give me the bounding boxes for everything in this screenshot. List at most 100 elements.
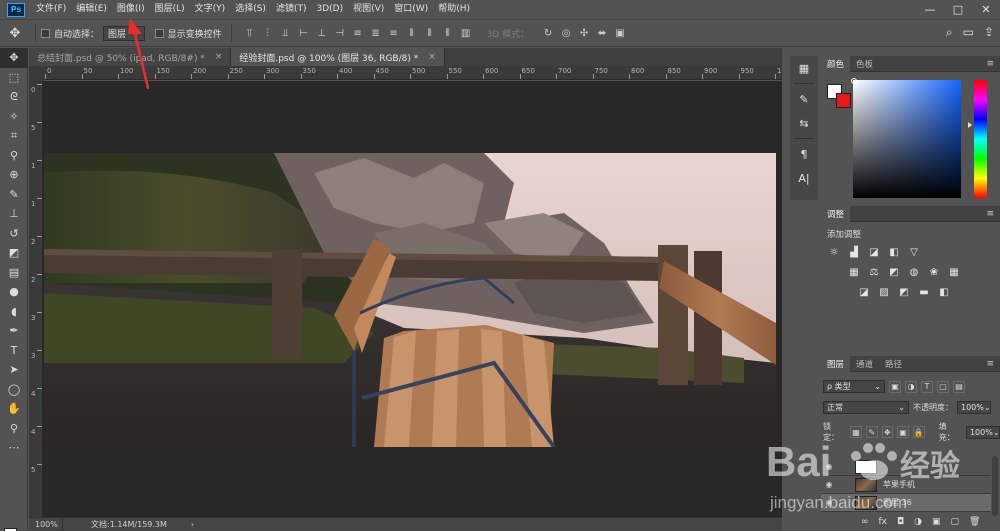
maximize-button[interactable]: □: [944, 0, 972, 19]
opacity-field[interactable]: 100% ⌄: [957, 401, 991, 414]
levels-icon[interactable]: ▟: [847, 246, 861, 258]
status-menu-arrow[interactable]: ›: [191, 520, 194, 529]
invert-icon[interactable]: ◪: [857, 286, 871, 298]
curves-icon[interactable]: ◪: [867, 246, 881, 258]
photo-filter-icon[interactable]: ◍: [907, 266, 921, 278]
gradient-map-icon[interactable]: ▬: [917, 286, 931, 298]
menu-edit[interactable]: 编辑(E): [71, 0, 112, 19]
hue-slider[interactable]: [974, 80, 987, 198]
color-balance-icon[interactable]: ⚖: [867, 266, 881, 278]
distribute-top-icon[interactable]: ≡: [351, 26, 365, 40]
tab-paths[interactable]: 路径: [879, 356, 908, 372]
close-button[interactable]: ✕: [972, 0, 1000, 19]
dodge-tool-icon[interactable]: ◖: [0, 302, 28, 322]
black-white-icon[interactable]: ◩: [887, 266, 901, 278]
adjustment-filter-icon[interactable]: ◑: [905, 380, 917, 393]
align-right-icon[interactable]: ⊣: [333, 26, 347, 40]
eraser-tool-icon[interactable]: ◩: [0, 243, 28, 263]
color-panel-swatches[interactable]: [827, 84, 853, 110]
history-panel-icon[interactable]: ▦: [790, 56, 818, 80]
align-top-icon[interactable]: ⫪: [243, 26, 257, 40]
tab-color[interactable]: 颜色: [821, 55, 851, 72]
gradient-tool-icon[interactable]: ▤: [0, 263, 28, 283]
blend-mode-dropdown[interactable]: 正常 ⌄: [823, 401, 909, 414]
auto-select-checkbox[interactable]: [41, 28, 50, 38]
3d-slide-icon[interactable]: ⬌: [595, 26, 609, 40]
magic-wand-tool-icon[interactable]: ✧: [0, 107, 28, 127]
threshold-icon[interactable]: ◩: [897, 286, 911, 298]
history-brush-tool-icon[interactable]: ↺: [0, 224, 28, 244]
channel-mixer-icon[interactable]: ❀: [927, 266, 941, 278]
eyedropper-tool-icon[interactable]: ⚲: [0, 146, 28, 166]
menu-window[interactable]: 窗口(W): [389, 0, 433, 19]
color-picker-field[interactable]: [853, 80, 961, 198]
type-filter-icon[interactable]: T: [921, 380, 933, 393]
clone-stamp-tool-icon[interactable]: ⊥: [0, 204, 28, 224]
tab-swatches[interactable]: 色板: [850, 56, 879, 72]
more-tools-icon[interactable]: ⋯: [0, 438, 28, 458]
3d-rotate-icon[interactable]: ↻: [541, 26, 555, 40]
tab-adjustments[interactable]: 调整: [821, 205, 851, 222]
healing-brush-tool-icon[interactable]: ⊕: [0, 165, 28, 185]
pixel-filter-icon[interactable]: ▣: [889, 380, 901, 393]
vertical-ruler[interactable]: 0 5 1 1 2 2 3 3 4 4 5: [29, 80, 43, 517]
color-lookup-icon[interactable]: ▦: [947, 266, 961, 278]
lasso-tool-icon[interactable]: ᘓ: [0, 87, 28, 107]
hand-tool-icon[interactable]: ✋: [0, 399, 28, 419]
close-icon[interactable]: ×: [215, 52, 223, 62]
brightness-icon[interactable]: ☼: [827, 246, 841, 258]
tab-layers[interactable]: 图层: [821, 355, 851, 372]
crop-tool-icon[interactable]: ⌗: [0, 126, 28, 146]
3d-drag-icon[interactable]: ✣: [577, 26, 591, 40]
move-tool-icon[interactable]: ✥: [0, 22, 30, 44]
3d-scale-icon[interactable]: ▣: [613, 26, 627, 40]
shape-filter-icon[interactable]: ▢: [937, 380, 949, 393]
align-left-icon[interactable]: ⊢: [297, 26, 311, 40]
menu-file[interactable]: 文件(F): [31, 0, 71, 19]
move-tool-icon[interactable]: ✥: [0, 48, 28, 68]
close-icon[interactable]: ×: [428, 52, 436, 62]
hue-saturation-icon[interactable]: ▦: [847, 266, 861, 278]
zoom-level[interactable]: 100%: [29, 517, 63, 531]
align-bottom-icon[interactable]: ⫫: [279, 26, 293, 40]
align-vcenter-icon[interactable]: ⫶: [261, 26, 275, 40]
background-color[interactable]: [836, 93, 851, 108]
selective-color-icon[interactable]: ◧: [937, 286, 951, 298]
posterize-icon[interactable]: ▨: [877, 286, 891, 298]
menu-view[interactable]: 视图(V): [348, 0, 389, 19]
adjust-sliders-icon[interactable]: ⇆: [790, 111, 818, 135]
panel-menu-icon[interactable]: ≡: [986, 59, 994, 69]
smart-object-filter-icon[interactable]: ▤: [953, 380, 965, 393]
tab-experience-cover[interactable]: 经验封面.psd @ 100% (图层 36, RGB/8) * ×: [231, 48, 445, 66]
distribute-right-icon[interactable]: ⦀: [441, 26, 455, 40]
zoom-tool-icon[interactable]: ⚲: [0, 419, 28, 439]
marquee-tool-icon[interactable]: ⬚: [0, 68, 28, 88]
menu-filter[interactable]: 滤镜(T): [271, 0, 312, 19]
path-selection-tool-icon[interactable]: ➤: [0, 360, 28, 380]
canvas-area[interactable]: [43, 81, 782, 517]
search-icon[interactable]: ⌕: [946, 25, 953, 40]
tab-channels[interactable]: 通道: [850, 356, 879, 372]
ellipse-tool-icon[interactable]: ◯: [0, 380, 28, 400]
panel-menu-icon[interactable]: ≡: [986, 209, 994, 219]
color-picker-marker[interactable]: [851, 78, 857, 84]
menu-type[interactable]: 文字(Y): [190, 0, 231, 19]
character-icon[interactable]: A|: [790, 166, 818, 190]
menu-select[interactable]: 选择(S): [230, 0, 271, 19]
hue-slider-marker[interactable]: [968, 122, 972, 128]
workspace-icon[interactable]: ▭: [963, 25, 974, 40]
layer-filter-dropdown[interactable]: ρ 类型 ⌄: [823, 380, 885, 393]
pen-tool-icon[interactable]: ✒: [0, 321, 28, 341]
3d-roll-icon[interactable]: ◎: [559, 26, 573, 40]
minimize-button[interactable]: —: [916, 0, 944, 19]
brush-settings-icon[interactable]: ✎: [790, 87, 818, 111]
align-hcenter-icon[interactable]: ⊥: [315, 26, 329, 40]
vibrance-icon[interactable]: ▽: [907, 246, 921, 258]
distribute-vcenter-icon[interactable]: ≣: [369, 26, 383, 40]
menu-3d[interactable]: 3D(D): [311, 0, 348, 19]
menu-help[interactable]: 帮助(H): [433, 0, 475, 19]
distribute-bottom-icon[interactable]: ≡: [387, 26, 401, 40]
auto-align-icon[interactable]: ▥: [459, 26, 473, 40]
distribute-left-icon[interactable]: ⦀: [405, 26, 419, 40]
exposure-icon[interactable]: ◧: [887, 246, 901, 258]
